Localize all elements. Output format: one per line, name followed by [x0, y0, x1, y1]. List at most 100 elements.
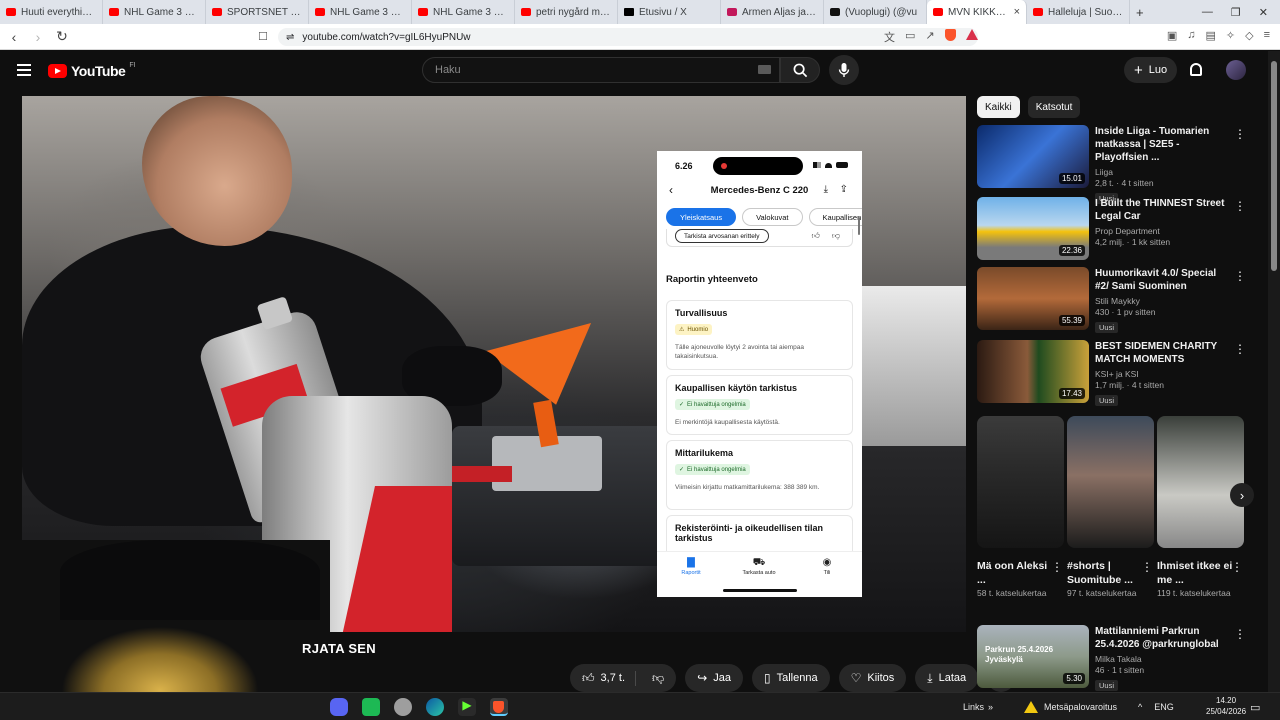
more-dots-icon[interactable]: ⋮	[1231, 560, 1243, 574]
taskbar-clock[interactable]: 14.20 25/04/2026	[1206, 696, 1246, 718]
edge-icon[interactable]	[426, 698, 444, 716]
recommended-video[interactable]: 15.01 Inside Liiga - Tuomarien matkassa …	[977, 125, 1247, 204]
close-window-icon[interactable]: ✕	[1259, 6, 1268, 19]
like-button[interactable]: 👍︎ 3,7 t.	[570, 670, 637, 686]
browser-tab[interactable]: (Vuoplugi) (@vu	[824, 0, 927, 24]
menu-icon[interactable]: ≡	[1264, 29, 1270, 42]
more-dots-icon[interactable]: ⋮	[1234, 627, 1246, 641]
extensions-icon[interactable]: ✧	[1226, 29, 1235, 42]
recommended-video[interactable]: Parkrun 25.4.2026 Jyväskylä 5.30 Mattila…	[977, 625, 1247, 691]
short-thumbnail[interactable]	[977, 416, 1064, 548]
browser-tab[interactable]: petri nygård mun le	[515, 0, 618, 24]
forward-icon[interactable]: ›	[28, 29, 48, 45]
channel-name[interactable]: Liiga	[1095, 167, 1225, 177]
reload-icon[interactable]: ↻	[52, 28, 72, 45]
back-icon[interactable]: ‹	[4, 29, 24, 45]
keyboard-icon[interactable]	[758, 65, 771, 74]
tab-photos[interactable]: Valokuvat	[742, 208, 803, 226]
search-button[interactable]	[780, 57, 820, 83]
shorts-next-arrow-icon[interactable]: ›	[1230, 483, 1254, 507]
video-title[interactable]: BEST SIDEMEN CHARITY MATCH MOMENTS	[1095, 340, 1225, 366]
thanks-button[interactable]: ♡ Kiitos	[838, 664, 907, 692]
recommended-video[interactable]: 17.43 BEST SIDEMEN CHARITY MATCH MOMENTS…	[977, 340, 1247, 406]
browser-tab[interactable]: NHL Game 3 Highli	[412, 0, 515, 24]
channel-name[interactable]: Milka Takala	[1095, 654, 1225, 664]
voice-search-button[interactable]	[829, 55, 859, 85]
avatar[interactable]	[1226, 60, 1246, 80]
more-dots-icon[interactable]: ⋮	[1234, 199, 1246, 213]
share-icon[interactable]: ⇪	[840, 184, 848, 195]
scrollbar-thumb[interactable]	[1271, 61, 1277, 271]
app-gray-icon[interactable]	[394, 698, 412, 716]
reader-icon[interactable]: ▤	[1205, 29, 1215, 42]
video-thumbnail[interactable]: 55.39	[977, 267, 1089, 330]
translate-icon[interactable]: 文	[884, 29, 895, 45]
close-tab-icon[interactable]: ×	[1014, 6, 1020, 18]
more-dots-icon[interactable]: ⋮	[1234, 127, 1246, 141]
app-green-icon[interactable]	[362, 698, 380, 716]
card-odometer[interactable]: Mittarilukema ✓ Ei havaittuja ongelmia Vi…	[666, 440, 853, 510]
thumbs-up-icon[interactable]: 👍︎	[812, 231, 820, 241]
brave-taskbar-icon[interactable]	[490, 698, 508, 716]
create-button[interactable]: + Luo	[1124, 57, 1178, 83]
page-scrollbar[interactable]	[1268, 51, 1280, 692]
tab-overview[interactable]: Yleiskatsaus	[666, 208, 737, 226]
short-title[interactable]: Mä oon Aleksi ...	[977, 560, 1057, 587]
dislike-button[interactable]: 👎︎	[642, 671, 676, 686]
browser-tab[interactable]: Etusivu / X	[618, 0, 721, 24]
grade-breakdown-button[interactable]: Tarkista arvosanan erittely	[675, 229, 769, 243]
play-app-icon[interactable]: ▶	[458, 698, 476, 716]
download-icon[interactable]: ⤓	[824, 184, 828, 195]
tab-commercial[interactable]: Kaupallisen	[808, 208, 862, 226]
save-button[interactable]: ▯ Tallenna	[752, 664, 830, 692]
channel-name[interactable]: KSI+ ja KSI	[1095, 369, 1225, 379]
media-icon[interactable]: ♫	[1187, 29, 1195, 42]
card-commercial-use[interactable]: Kaupallisen käytön tarkistus ✓ Ei havaitt…	[666, 375, 853, 435]
language-indicator[interactable]: ENG	[1154, 702, 1174, 712]
notification-center-icon[interactable]: ▭	[1250, 693, 1260, 720]
more-dots-icon[interactable]: ⋮	[1234, 342, 1246, 356]
video-thumbnail[interactable]: Parkrun 25.4.2026 Jyväskylä 5.30	[977, 625, 1089, 688]
short-title[interactable]: #shorts | Suomitube ...	[1067, 560, 1147, 587]
share-icon[interactable]: ↗	[925, 29, 934, 45]
browser-tab[interactable]: MVN KIKKIAN ×	[927, 0, 1027, 24]
browser-tab[interactable]: SPORTSNET - YouTu	[206, 0, 309, 24]
channel-name[interactable]: Prop Department	[1095, 226, 1225, 236]
download-button[interactable]: ⤓ Lataa	[915, 664, 979, 692]
video-title[interactable]: Mattilanniemi Parkrun 25.4.2026 @parkrun…	[1095, 625, 1225, 651]
minimize-icon[interactable]: —	[1202, 6, 1213, 19]
browser-tab[interactable]: NHL Game 3 Highli	[103, 0, 206, 24]
video-thumbnail[interactable]: 15.01	[977, 125, 1089, 188]
video-thumbnail[interactable]: 22.36	[977, 197, 1089, 260]
recommended-video[interactable]: 22.36 I Built the THINNEST Street Legal …	[977, 197, 1247, 263]
more-dots-icon[interactable]: ⋮	[1051, 560, 1063, 574]
tab-account[interactable]: ◉ Tili	[797, 557, 857, 576]
brave-rewards-icon[interactable]	[965, 29, 978, 40]
video-title[interactable]: Inside Liiga - Tuomarien matkassa | S2E5…	[1095, 125, 1225, 164]
brave-shield-icon[interactable]	[944, 29, 956, 41]
site-info-icon[interactable]: ⇌	[286, 32, 294, 43]
thumbs-down-icon[interactable]: 👎︎	[832, 231, 840, 241]
new-tab-icon[interactable]: +	[1136, 5, 1144, 20]
youtube-logo[interactable]: YouTube FI	[48, 62, 136, 79]
video-title[interactable]: I Built the THINNEST Street Legal Car	[1095, 197, 1225, 223]
card-safety[interactable]: Turvallisuus ⚠ Huomio Tälle ajoneuvolle l…	[666, 300, 853, 370]
browser-tab[interactable]: Huuti everything...	[0, 0, 103, 24]
links-toolbar[interactable]: Links»	[963, 693, 993, 720]
video-thumbnail[interactable]: 17.43	[977, 340, 1089, 403]
short-thumbnail[interactable]	[1067, 416, 1154, 548]
browser-tab[interactable]: Halleluja | Suomitube	[1027, 0, 1130, 24]
discord-icon[interactable]	[330, 698, 348, 716]
browser-tab[interactable]: Armen Aljas ja Sen	[721, 0, 824, 24]
more-dots-icon[interactable]: ⋮	[1234, 269, 1246, 283]
chip-watched[interactable]: Katsotut	[1027, 96, 1081, 118]
more-dots-icon[interactable]: ⋮	[1141, 560, 1153, 574]
weather-widget[interactable]: Metsäpalovaroitus	[1024, 693, 1117, 720]
vpn-icon[interactable]: ◇	[1245, 29, 1253, 42]
notifications-bell-icon[interactable]	[1190, 63, 1202, 76]
url-field[interactable]: ⇌ youtube.com/watch?v=gIL6HyuPNUw	[278, 28, 978, 46]
tray-expand-icon[interactable]: ^	[1138, 702, 1142, 712]
short-title[interactable]: Ihmiset itkee ei me ...	[1157, 560, 1237, 587]
cast-icon[interactable]: ▭	[905, 29, 915, 45]
sidebar-icon[interactable]: ▣	[1167, 29, 1177, 42]
